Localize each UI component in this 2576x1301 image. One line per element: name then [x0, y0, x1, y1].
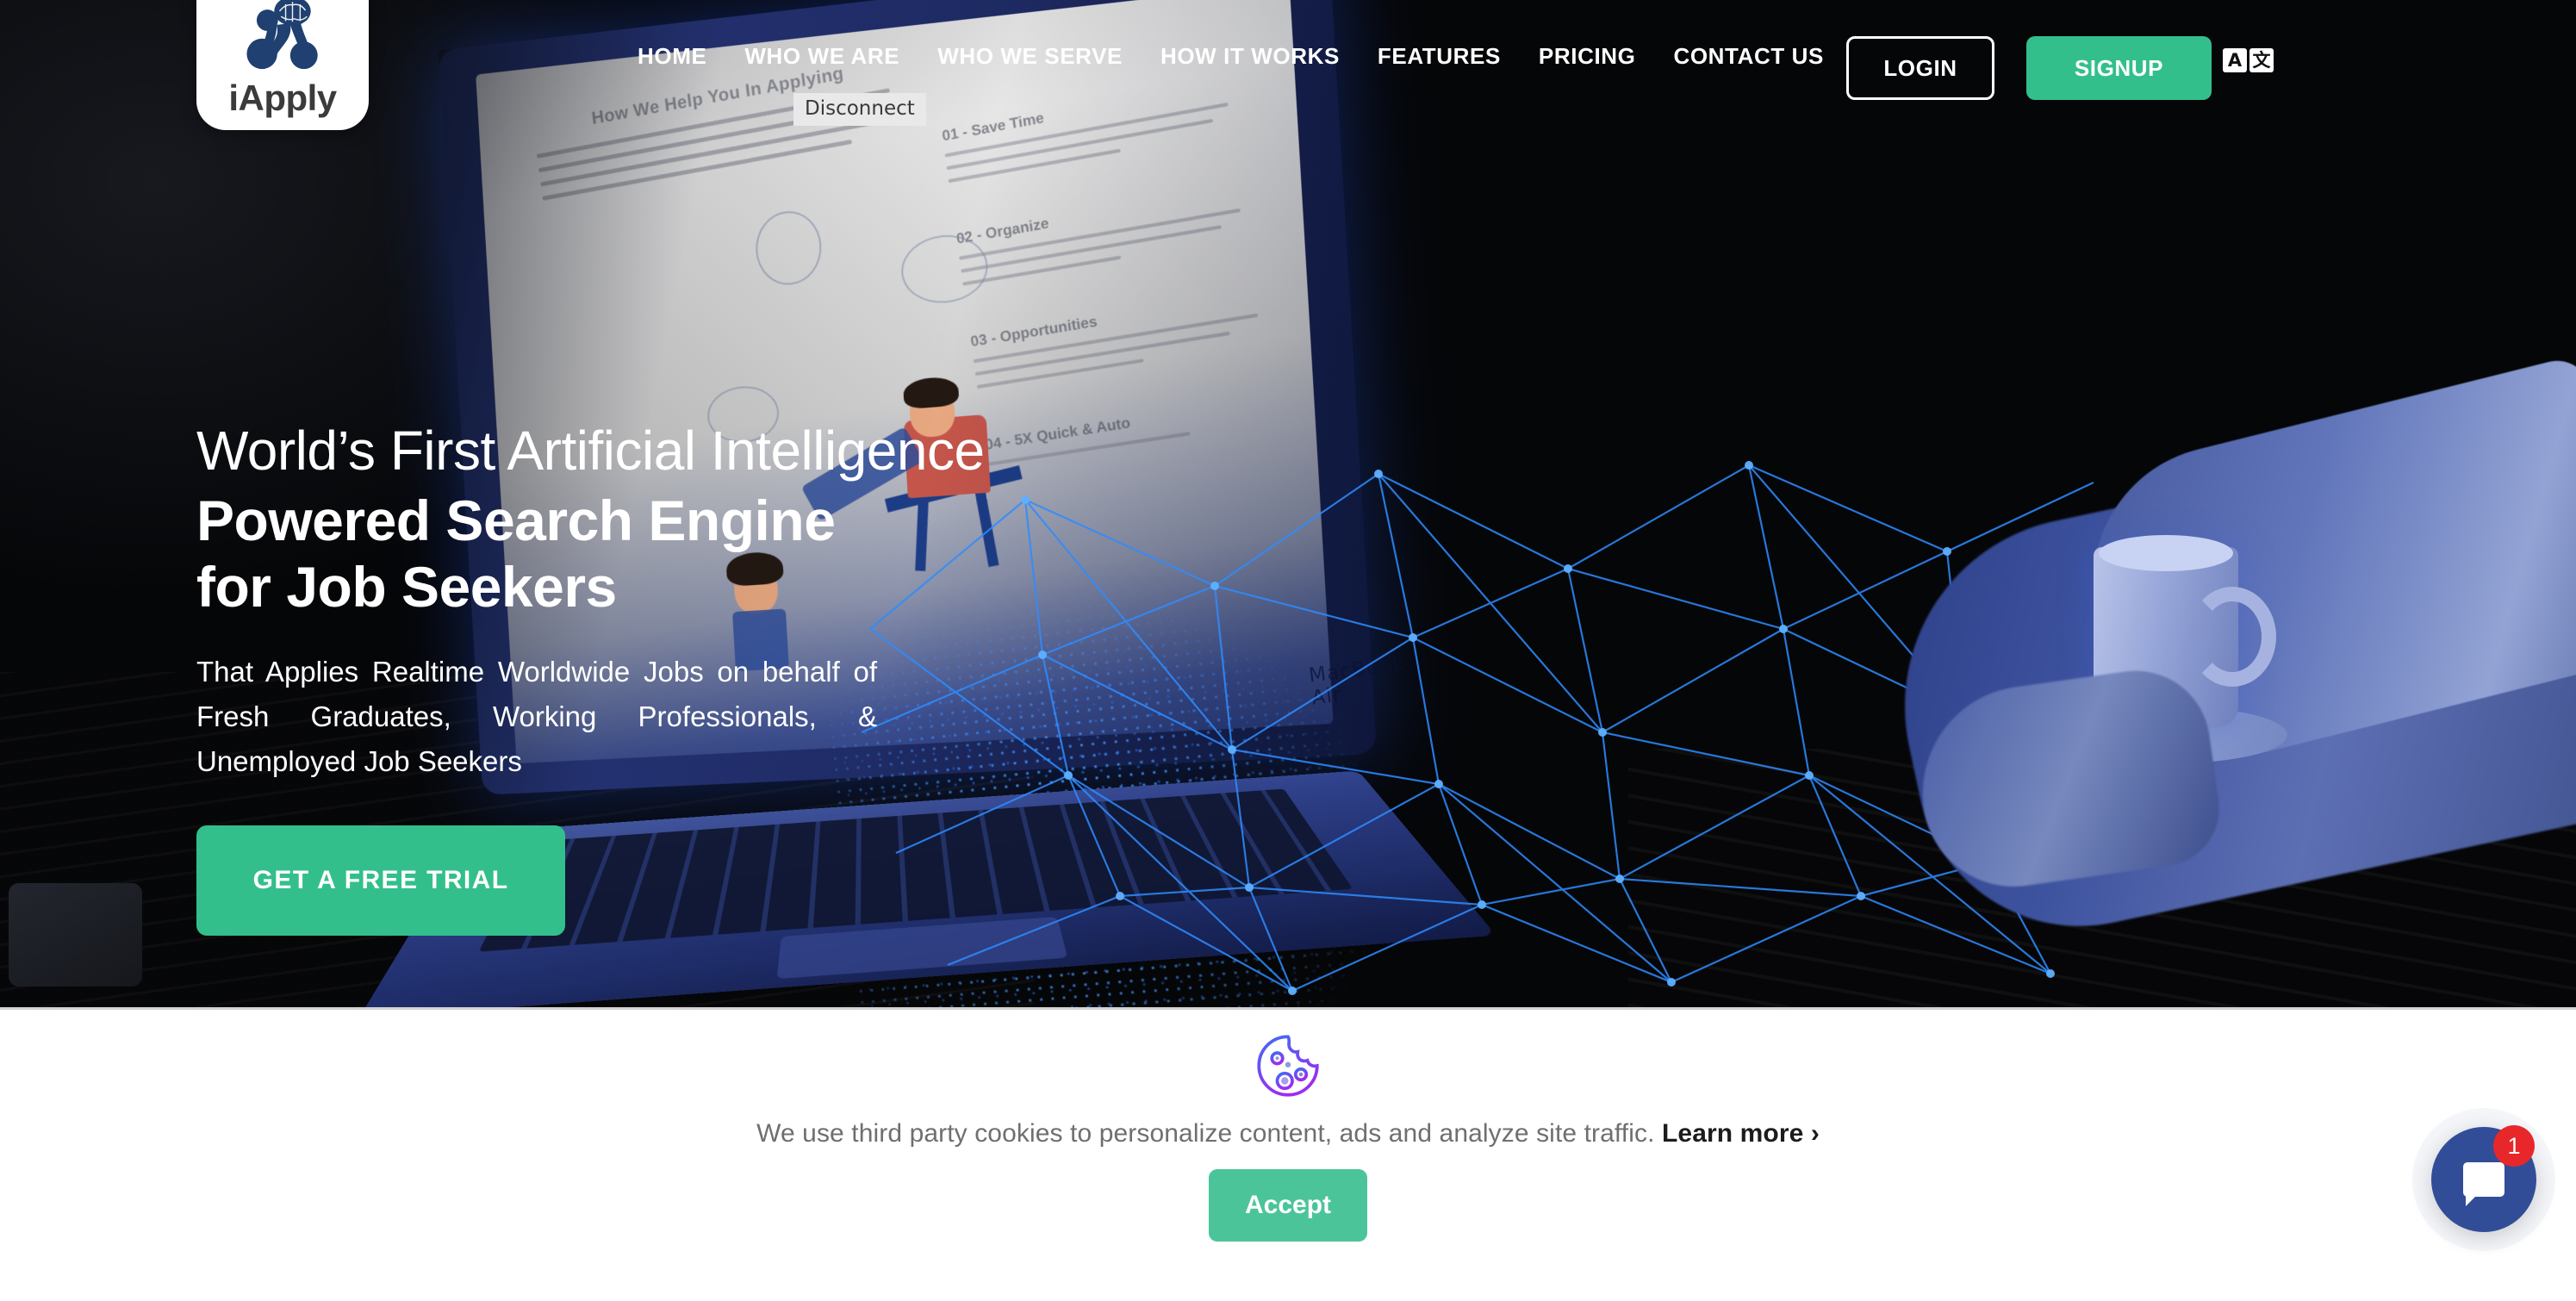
cookie-icon — [1257, 1035, 1319, 1097]
translate-icon[interactable]: A 文 — [2223, 48, 2274, 72]
login-button[interactable]: LOGIN — [1846, 36, 1994, 100]
hero-subtext: That Applies Realtime Worldwide Jobs on … — [196, 656, 877, 778]
translate-glyph-latin: A — [2223, 48, 2247, 72]
cookie-message: We use third party cookies to personaliz… — [756, 1119, 1820, 1148]
disconnect-tooltip[interactable]: Disconnect — [793, 93, 926, 126]
page-title-line-3: for Job Seekers — [196, 554, 617, 619]
learn-more-link[interactable]: Learn more › — [1662, 1119, 1820, 1148]
cookie-consent-banner: We use third party cookies to personaliz… — [0, 1012, 2576, 1301]
phone-on-desk — [9, 883, 142, 987]
chevron-right-icon: › — [1810, 1119, 1820, 1148]
signup-button[interactable]: SIGNUP — [2026, 36, 2212, 100]
translate-glyph-cjk: 文 — [2249, 48, 2274, 72]
site-header: iApply HOME WHO WE ARE WHO WE SERVE HOW … — [0, 0, 2576, 138]
page-title-line-1: World’s First Artificial Intelligence — [196, 420, 985, 482]
cookie-message-text: We use third party cookies to personaliz… — [756, 1119, 1655, 1148]
nav-item-contact-us[interactable]: CONTACT US — [1673, 43, 1824, 70]
nav-item-features[interactable]: FEATURES — [1378, 43, 1501, 70]
hero-copy: World’s First Artificial Intelligence Po… — [196, 420, 1161, 937]
brain-network-icon — [246, 0, 318, 70]
logo[interactable]: iApply — [196, 0, 369, 130]
nav-item-pricing[interactable]: PRICING — [1539, 43, 1636, 70]
get-free-trial-button[interactable]: GET A FREE TRIAL — [196, 825, 565, 937]
chat-bubble-icon — [2463, 1162, 2504, 1206]
main-navigation: HOME WHO WE ARE WHO WE SERVE HOW IT WORK… — [638, 43, 1824, 70]
logo-wordmark: iApply — [228, 78, 337, 118]
nav-item-who-we-are[interactable]: WHO WE ARE — [744, 43, 899, 70]
chat-unread-badge: 1 — [2493, 1125, 2535, 1167]
accept-cookies-button[interactable]: Accept — [1209, 1169, 1367, 1242]
nav-item-who-we-serve[interactable]: WHO WE SERVE — [937, 43, 1123, 70]
nav-item-home[interactable]: HOME — [638, 43, 706, 70]
page-title-line-2: Powered Search Engine — [196, 488, 836, 552]
nav-item-how-it-works[interactable]: HOW IT WORKS — [1160, 43, 1340, 70]
hero-section: How We Help You In Applying 01 - Save Ti… — [0, 0, 2576, 1010]
learn-more-label: Learn more — [1661, 1119, 1804, 1148]
